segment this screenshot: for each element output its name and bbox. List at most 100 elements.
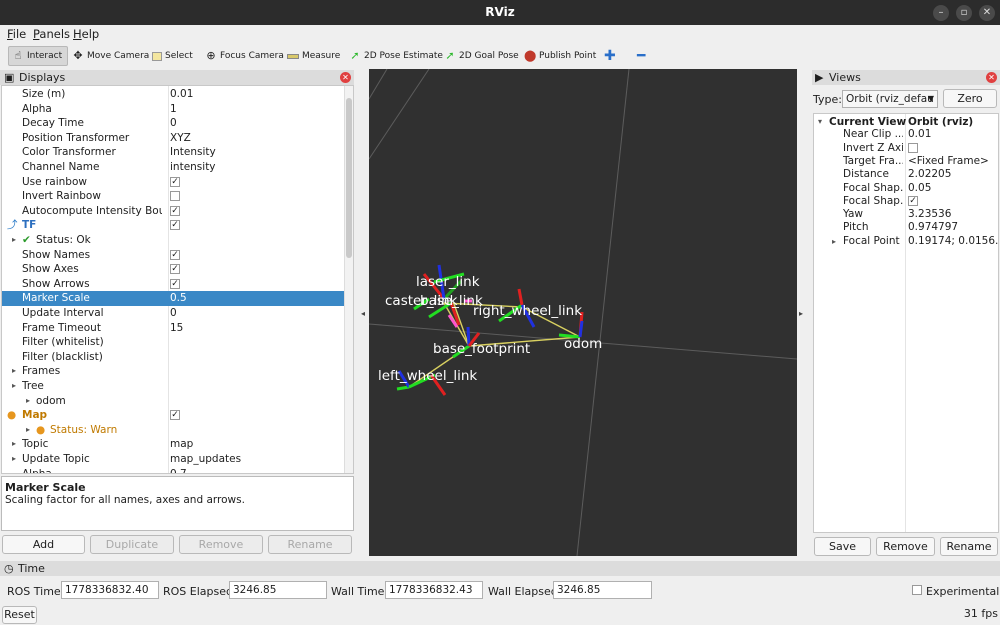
measure-tool-button[interactable]: Measure (284, 46, 343, 66)
close-icon[interactable]: ✕ (340, 72, 351, 83)
expand-arrow-icon[interactable]: ▸ (12, 379, 16, 394)
property-value[interactable]: Intensity (170, 145, 216, 160)
remove-tool-icon[interactable]: ━ (634, 46, 648, 66)
view-property-value[interactable]: 2.02205 (908, 168, 951, 181)
property-value[interactable]: ✓ (170, 204, 180, 219)
views-tree[interactable]: ▾ Current View Orbit (rviz) Near Clip ..… (813, 113, 999, 533)
display-property-row[interactable]: Show Names ✓ (2, 248, 353, 263)
displays-tree[interactable]: Size (m) 0.01 Alpha 1 Decay Time 0 Position Tr… (1, 85, 354, 474)
zero-button[interactable]: Zero (943, 89, 997, 108)
display-property-row[interactable]: Filter (whitelist) (2, 335, 353, 350)
menu-help[interactable]: Help (73, 27, 99, 41)
pose-estimate-tool-button[interactable]: ➚ 2D Pose Estimate (346, 46, 446, 66)
property-value[interactable]: map_updates (170, 452, 241, 467)
property-value[interactable]: 0.7 (170, 467, 187, 473)
display-property-row[interactable]: Position Transformer XYZ (2, 131, 353, 146)
rename-button[interactable]: Rename (268, 535, 352, 554)
view-property-value[interactable]: 0.974797 (908, 221, 958, 234)
display-property-row[interactable]: Autocompute Intensity Bou... ✓ (2, 204, 353, 219)
expand-arrow-icon[interactable]: ▸ (12, 364, 16, 379)
3d-viewport[interactable]: laser_link caster_link base_link right_w… (369, 69, 797, 556)
remove-view-button[interactable]: Remove (876, 537, 935, 556)
display-property-row[interactable]: Decay Time 0 (2, 116, 353, 131)
property-value[interactable]: 15 (170, 321, 183, 336)
display-property-row[interactable]: Show Arrows ✓ (2, 277, 353, 292)
view-property-value[interactable]: 0.05 (908, 182, 931, 195)
save-view-button[interactable]: Save (814, 537, 871, 556)
interact-tool-button[interactable]: ☝ Interact (8, 46, 68, 66)
property-value[interactable]: ✓ (170, 218, 180, 233)
duplicate-button[interactable]: Duplicate (90, 535, 174, 554)
view-property-row[interactable]: Target Fra... <Fixed Frame> (814, 155, 998, 168)
select-tool-button[interactable]: Select (149, 46, 196, 66)
display-property-row[interactable]: Update Interval 0 (2, 306, 353, 321)
display-property-row[interactable]: ▸ odom (2, 394, 353, 409)
minimize-icon[interactable]: – (933, 5, 949, 21)
display-property-row[interactable]: Size (m) 0.01 (2, 87, 353, 102)
view-property-row[interactable]: Focal Shap... ✓ (814, 195, 998, 208)
expand-arrow-icon[interactable]: ▸ (832, 235, 836, 248)
display-property-row[interactable]: Invert Rainbow (2, 189, 353, 204)
experimental-checkbox[interactable] (912, 585, 922, 595)
property-value[interactable]: intensity (170, 160, 216, 175)
property-value[interactable]: 0.5 (170, 291, 187, 306)
expand-arrow-icon[interactable]: ▸ (12, 452, 16, 467)
expand-arrow-icon[interactable]: ▸ (26, 423, 30, 438)
property-value[interactable]: ✓ (170, 277, 180, 292)
view-property-checkbox[interactable] (908, 142, 918, 153)
display-property-row[interactable]: ▸ Update Topic map_updates (2, 452, 353, 467)
menu-panels[interactable]: Panels (33, 27, 70, 41)
wall-time-field[interactable]: 1778336832.43 (385, 581, 483, 599)
property-checkbox[interactable]: ✓ (170, 278, 180, 289)
view-property-row[interactable]: Pitch 0.974797 (814, 221, 998, 234)
display-property-row[interactable]: Marker Scale 0.5 (2, 291, 353, 306)
property-checkbox[interactable]: ✓ (170, 205, 180, 216)
property-checkbox[interactable]: ✓ (170, 264, 180, 275)
collapse-right-icon[interactable]: ▸ (799, 309, 803, 318)
view-property-row[interactable]: ▸ Focal Point 0.19174; 0.0156... (814, 235, 998, 248)
display-property-row[interactable]: ▸ Frames (2, 364, 353, 379)
display-property-row[interactable]: ▸ Status: Warn ● (2, 423, 353, 438)
property-checkbox[interactable]: ✓ (170, 249, 180, 260)
expand-arrow-icon[interactable]: ▸ (12, 437, 16, 452)
display-property-row[interactable]: ● Map ✓ (2, 408, 353, 423)
view-property-row[interactable]: Distance 2.02205 (814, 168, 998, 181)
expand-arrow-icon[interactable]: ▸ (26, 394, 30, 409)
view-property-value[interactable]: ✓ (908, 195, 918, 208)
publish-point-tool-button[interactable]: ⬤ Publish Point (521, 46, 599, 66)
property-value[interactable]: 1 (170, 102, 177, 117)
view-property-value[interactable]: 0.01 (908, 128, 931, 141)
property-value[interactable]: ✓ (170, 262, 180, 277)
display-property-row[interactable]: Frame Timeout 15 (2, 321, 353, 336)
close-icon[interactable]: ✕ (979, 5, 995, 21)
property-value[interactable] (170, 189, 180, 204)
view-property-value[interactable]: <Fixed Frame> (908, 155, 989, 168)
display-property-row[interactable]: Use rainbow ✓ (2, 175, 353, 190)
menu-file[interactable]: File (7, 27, 26, 41)
displays-scrollbar[interactable] (344, 86, 353, 473)
property-checkbox[interactable] (170, 191, 180, 202)
reset-button[interactable]: Reset (2, 606, 37, 624)
add-tool-icon[interactable]: ✚ (601, 46, 619, 66)
scrollbar-thumb[interactable] (346, 98, 352, 258)
display-property-row[interactable]: Alpha 0.7 (2, 467, 353, 473)
view-property-row[interactable]: Invert Z Axis (814, 142, 998, 155)
close-icon[interactable]: ✕ (986, 72, 997, 83)
property-value[interactable]: XYZ (170, 131, 191, 146)
goal-pose-tool-button[interactable]: ➚ 2D Goal Pose (441, 46, 522, 66)
view-property-value[interactable]: 0.19174; 0.0156... (908, 235, 998, 248)
ros-time-field[interactable]: 1778336832.40 (61, 581, 159, 599)
property-value[interactable]: ✓ (170, 408, 180, 423)
maximize-icon[interactable]: ▫ (956, 5, 972, 21)
move-camera-tool-button[interactable]: ✥ Move Camera (69, 46, 152, 66)
remove-button[interactable]: Remove (179, 535, 263, 554)
display-property-row[interactable]: Show Axes ✓ (2, 262, 353, 277)
property-value[interactable]: map (170, 437, 193, 452)
focus-camera-tool-button[interactable]: ⊕ Focus Camera (202, 46, 287, 66)
display-property-row[interactable]: ⤴ TF ✓ (2, 218, 353, 233)
property-checkbox[interactable]: ✓ (170, 176, 180, 187)
view-property-row[interactable]: Focal Shap... 0.05 (814, 182, 998, 195)
collapse-left-icon[interactable]: ◂ (361, 309, 365, 318)
property-value[interactable]: ✓ (170, 175, 180, 190)
add-button[interactable]: Add (2, 535, 85, 554)
